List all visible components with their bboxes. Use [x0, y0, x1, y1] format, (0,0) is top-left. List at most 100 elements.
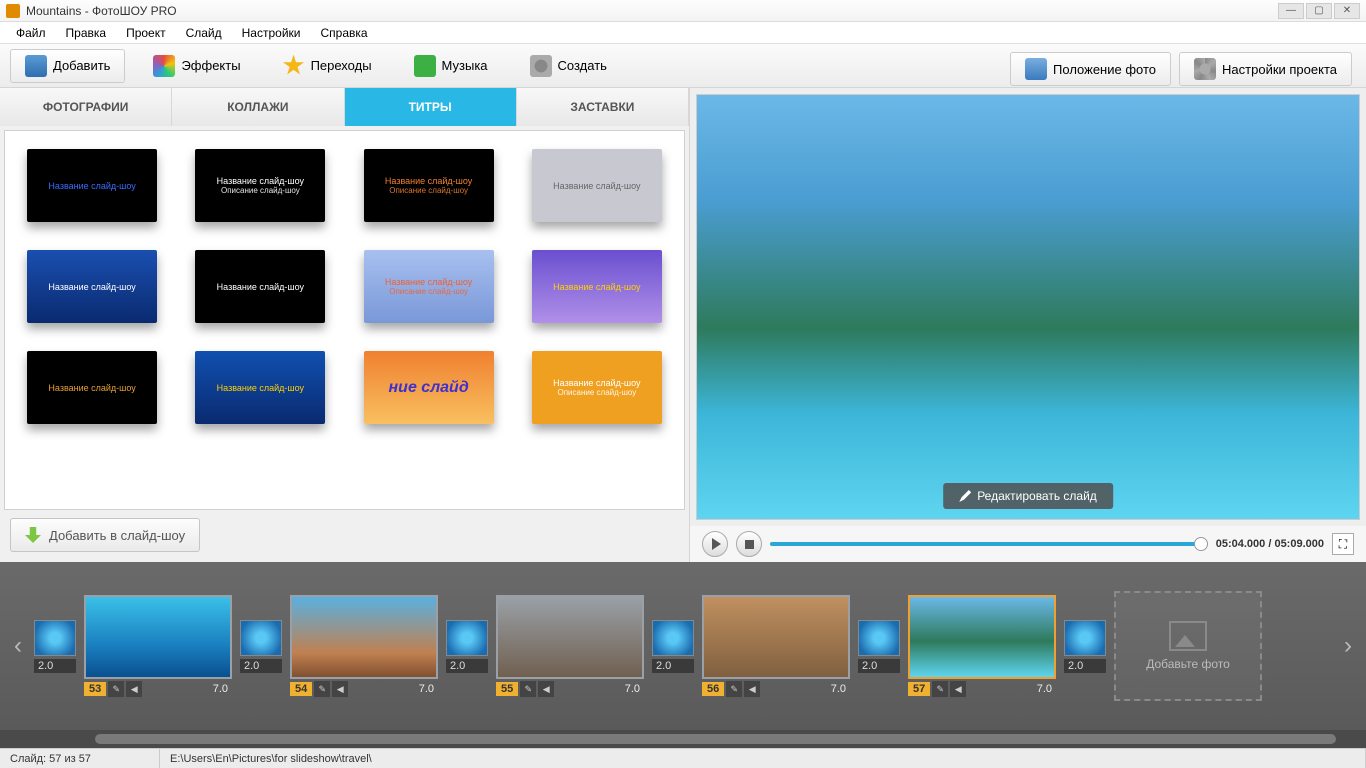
timeline-prev-button[interactable]: ‹	[10, 632, 26, 660]
slide-thumbnail[interactable]	[702, 595, 850, 679]
transition-1: 2.0	[240, 620, 282, 673]
photo-position-button[interactable]: Положение фото	[1010, 52, 1171, 86]
slide-sound-icon[interactable]: ◀	[332, 681, 348, 697]
transition-thumb[interactable]	[1064, 620, 1106, 656]
transition-duration: 2.0	[1064, 659, 1106, 673]
edit-slide-button[interactable]: Редактировать слайд	[943, 483, 1113, 509]
seek-bar[interactable]	[770, 542, 1208, 546]
minimize-button[interactable]: —	[1278, 3, 1304, 19]
arrow-down-icon	[25, 527, 41, 543]
playback-bar: 05:04.000 / 05:09.000 ⛶	[690, 526, 1366, 562]
title-template-0[interactable]: Название слайд-шоу	[27, 149, 157, 222]
maximize-button[interactable]: ▢	[1306, 3, 1332, 19]
title-template-5[interactable]: Название слайд-шоу	[195, 250, 325, 323]
statusbar: Слайд: 57 из 57 E:\Users\En\Pictures\for…	[0, 748, 1366, 768]
slide-sound-icon[interactable]: ◀	[538, 681, 554, 697]
slide-edit-icon[interactable]: ✎	[726, 681, 742, 697]
title-template-4[interactable]: Название слайд-шоу	[27, 250, 157, 323]
timeline: ‹ 2.053✎◀7.02.054✎◀7.02.055✎◀7.02.056✎◀7…	[0, 562, 1366, 730]
camera-icon	[25, 55, 47, 77]
slide-card-53: 53✎◀7.0	[84, 595, 232, 697]
create-label: Создать	[558, 58, 607, 73]
slide-thumbnail[interactable]	[84, 595, 232, 679]
gear-icon	[530, 55, 552, 77]
transition-thumb[interactable]	[240, 620, 282, 656]
create-button[interactable]: Создать	[516, 49, 621, 83]
title-template-6[interactable]: Название слайд-шоуОписание слайд-шоу	[364, 250, 494, 323]
slide-meta: 57✎◀7.0	[908, 681, 1056, 697]
menu-edit[interactable]: Правка	[56, 24, 117, 42]
title-template-10[interactable]: ние слайд	[364, 351, 494, 424]
play-button[interactable]	[702, 531, 728, 557]
slide-edit-icon[interactable]: ✎	[932, 681, 948, 697]
slide-thumbnail[interactable]	[496, 595, 644, 679]
slide-duration: 7.0	[419, 683, 438, 695]
slide-edit-icon[interactable]: ✎	[314, 681, 330, 697]
close-button[interactable]: ✕	[1334, 3, 1360, 19]
window-title: Mountains - ФотоШОУ PRO	[26, 4, 177, 18]
app-icon	[6, 4, 20, 18]
effects-button[interactable]: Эффекты	[139, 49, 254, 83]
title-template-9[interactable]: Название слайд-шоу	[195, 351, 325, 424]
transition-thumb[interactable]	[652, 620, 694, 656]
slide-number: 53	[84, 682, 106, 696]
transition-0: 2.0	[34, 620, 76, 673]
effects-label: Эффекты	[181, 58, 240, 73]
template-title-line: Название слайд-шоу	[385, 176, 472, 186]
photo-icon	[1025, 58, 1047, 80]
template-title-line: Название слайд-шоу	[48, 181, 135, 191]
timeline-next-button[interactable]: ›	[1340, 632, 1356, 660]
slide-card-55: 55✎◀7.0	[496, 595, 644, 697]
menu-file[interactable]: Файл	[6, 24, 56, 42]
slide-sound-icon[interactable]: ◀	[126, 681, 142, 697]
title-template-3[interactable]: Название слайд-шоу	[532, 149, 662, 222]
add-label: Добавить	[53, 58, 110, 73]
timeline-scrollbar[interactable]	[0, 730, 1366, 748]
menu-project[interactable]: Проект	[116, 24, 176, 42]
slide-sound-icon[interactable]: ◀	[744, 681, 760, 697]
title-template-2[interactable]: Название слайд-шоуОписание слайд-шоу	[364, 149, 494, 222]
slide-thumbnail[interactable]	[908, 595, 1056, 679]
slide-edit-icon[interactable]: ✎	[520, 681, 536, 697]
transition-thumb[interactable]	[446, 620, 488, 656]
add-to-slideshow-button[interactable]: Добавить в слайд-шоу	[10, 518, 200, 552]
title-template-8[interactable]: Название слайд-шоу	[27, 351, 157, 424]
edit-slide-label: Редактировать слайд	[977, 489, 1097, 503]
slide-meta: 56✎◀7.0	[702, 681, 850, 697]
transitions-button[interactable]: Переходы	[269, 49, 386, 83]
subtab-intros[interactable]: ЗАСТАВКИ	[517, 88, 689, 126]
slide-meta: 54✎◀7.0	[290, 681, 438, 697]
transition-last: 2.0	[1064, 620, 1106, 673]
subtab-collages[interactable]: КОЛЛАЖИ	[172, 88, 344, 126]
title-template-11[interactable]: Название слайд-шоуОписание слайд-шоу	[532, 351, 662, 424]
slide-thumbnail[interactable]	[290, 595, 438, 679]
menu-slide[interactable]: Слайд	[176, 24, 232, 42]
transition-thumb[interactable]	[34, 620, 76, 656]
menubar: Файл Правка Проект Слайд Настройки Справ…	[0, 22, 1366, 44]
preview-panel: Положение фото Настройки проекта Редакти…	[690, 88, 1366, 562]
title-template-7[interactable]: Название слайд-шоу	[532, 250, 662, 323]
seek-handle[interactable]	[1194, 537, 1208, 551]
transition-thumb[interactable]	[858, 620, 900, 656]
menu-help[interactable]: Справка	[310, 24, 377, 42]
slide-sound-icon[interactable]: ◀	[950, 681, 966, 697]
menu-settings[interactable]: Настройки	[232, 24, 311, 42]
template-subtitle-line: Описание слайд-шоу	[389, 186, 468, 195]
subtab-titles[interactable]: ТИТРЫ	[345, 88, 517, 126]
add-photo-label: Добавьте фото	[1146, 657, 1230, 671]
project-settings-button[interactable]: Настройки проекта	[1179, 52, 1352, 86]
slide-edit-icon[interactable]: ✎	[108, 681, 124, 697]
palette-icon	[153, 55, 175, 77]
add-button[interactable]: Добавить	[10, 49, 125, 83]
title-template-1[interactable]: Название слайд-шоуОписание слайд-шоу	[195, 149, 325, 222]
subtab-photos[interactable]: ФОТОГРАФИИ	[0, 88, 172, 126]
fullscreen-button[interactable]: ⛶	[1332, 533, 1354, 555]
stop-button[interactable]	[736, 531, 762, 557]
transitions-label: Переходы	[311, 58, 372, 73]
music-icon	[414, 55, 436, 77]
slide-number: 57	[908, 682, 930, 696]
transition-2: 2.0	[446, 620, 488, 673]
add-photo-slot[interactable]: Добавьте фото	[1114, 591, 1262, 701]
timeline-scroll-thumb[interactable]	[95, 734, 1336, 744]
music-button[interactable]: Музыка	[400, 49, 502, 83]
